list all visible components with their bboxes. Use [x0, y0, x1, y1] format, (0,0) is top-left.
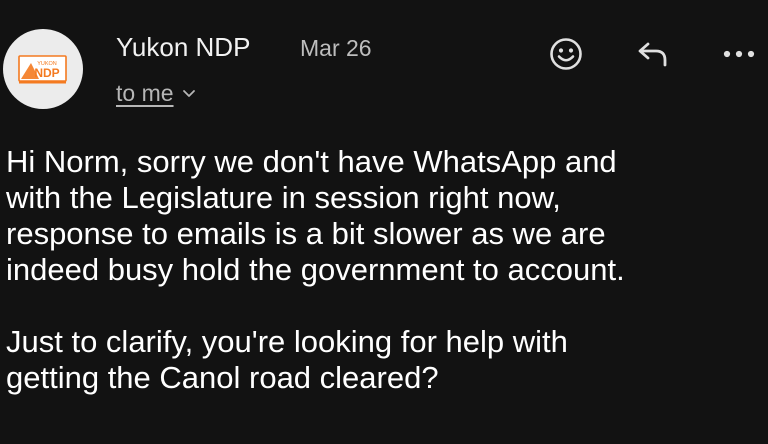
message-paragraph: Hi Norm, sorry we don't have WhatsApp an…	[6, 144, 756, 288]
recipient-label: to me	[116, 80, 174, 106]
message-body: Hi Norm, sorry we don't have WhatsApp an…	[6, 144, 756, 396]
recipient-details-toggle[interactable]: to me	[116, 77, 196, 109]
yukon-ndp-logo: YUKON NDP	[18, 55, 67, 84]
chevron-down-icon	[182, 90, 195, 97]
message-line: with the Legislature in session right no…	[6, 180, 561, 215]
emoji-reaction-icon	[550, 38, 582, 70]
logo-text: NDP	[34, 66, 59, 80]
sender-name[interactable]: Yukon NDP	[116, 30, 250, 64]
message-paragraph: Just to clarify, you're looking for help…	[6, 324, 756, 396]
message-line: Just to clarify, you're looking for help…	[6, 324, 568, 359]
message-date: Mar 26	[300, 35, 372, 61]
message-line: Hi Norm, sorry we don't have WhatsApp an…	[6, 144, 617, 179]
reply-button[interactable]	[632, 32, 676, 76]
add-reaction-button[interactable]	[544, 32, 588, 76]
message-line: indeed busy hold the government to accou…	[6, 252, 625, 287]
message-line: response to emails is a bit slower as we…	[6, 216, 606, 251]
more-options-button[interactable]	[718, 32, 762, 76]
message-line: getting the Canol road cleared?	[6, 360, 439, 395]
sender-avatar[interactable]: YUKON NDP	[3, 29, 83, 109]
reply-icon	[638, 42, 667, 67]
more-options-icon	[723, 50, 755, 58]
